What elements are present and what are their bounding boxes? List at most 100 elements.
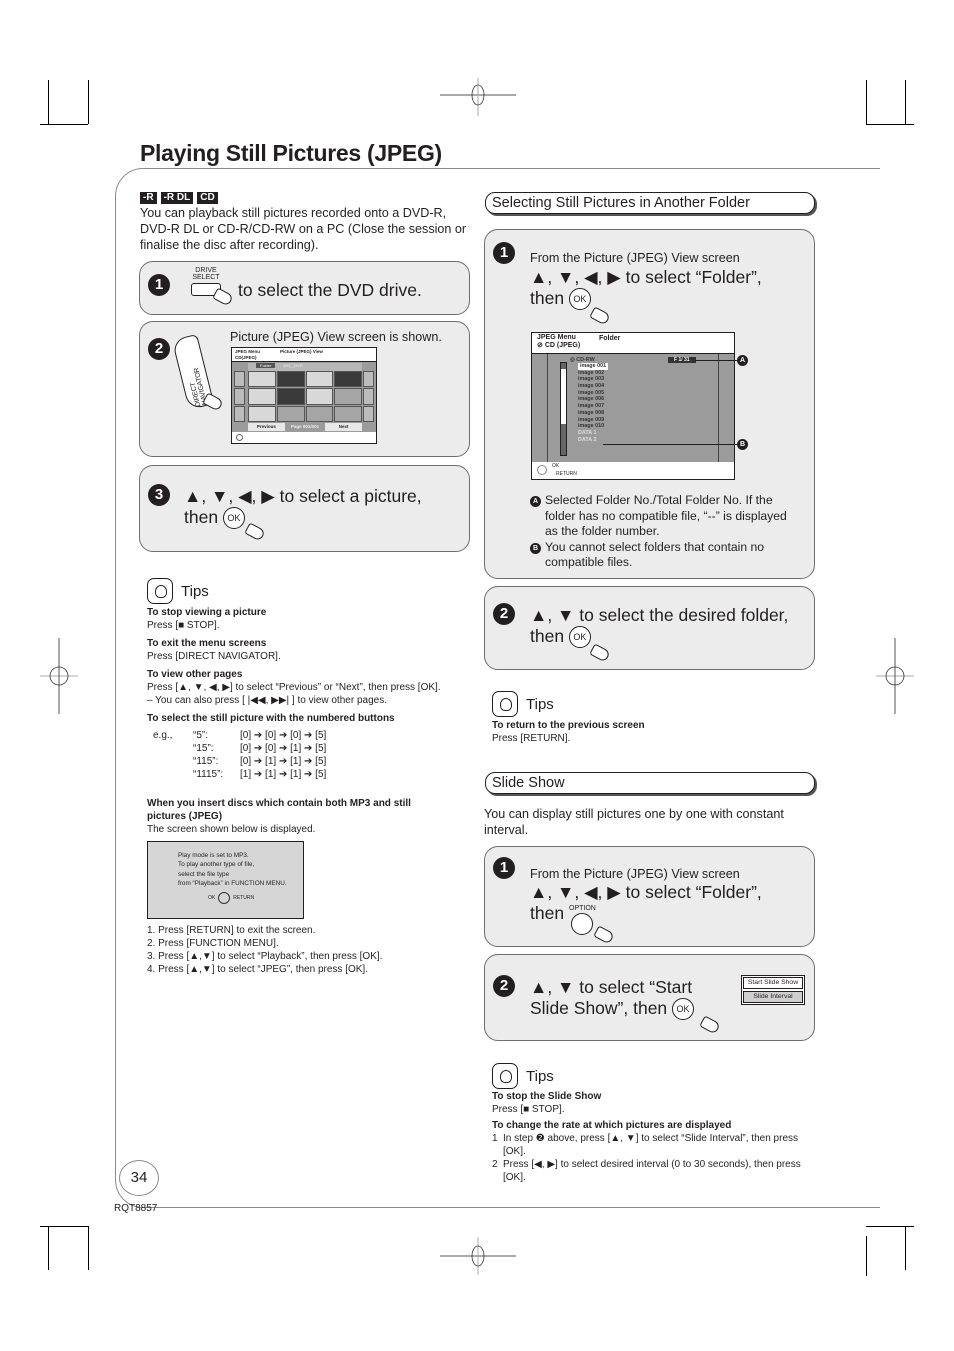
then-label: then — [530, 626, 565, 646]
example-row: “1115”: [1] ➔ [1] ➔ [1] ➔ [5] — [153, 768, 334, 781]
thumbnail[interactable] — [305, 405, 334, 422]
thumbnail[interactable] — [334, 371, 362, 388]
callout-b-marker: B — [737, 439, 748, 450]
return-label: RETURN — [233, 894, 255, 901]
tip-body: Press [■ STOP]. — [147, 620, 220, 631]
thumbnail[interactable] — [248, 371, 276, 388]
then-label: then — [530, 903, 565, 923]
tip-heading: To stop viewing a picture — [147, 607, 267, 618]
example-label: “1115”: — [193, 769, 224, 780]
note-marker: B — [530, 542, 541, 554]
tips-heading-slide: Tips — [492, 1063, 554, 1089]
picture-view-screen: JPEG Menu Picture (JPEG) View CD(JPEG) F… — [231, 347, 377, 444]
message-line: Play mode is set to MP3. — [178, 852, 249, 859]
thumbnail[interactable] — [248, 388, 276, 405]
example-prefix: e.g., — [153, 730, 173, 741]
navigation-wheel-icon — [537, 465, 547, 475]
registration-mark-left — [40, 638, 78, 714]
thumbnail[interactable] — [334, 405, 362, 422]
message-line: from “Playback” in FUNCTION MENU. — [178, 879, 287, 887]
tip-step: 2 Press [◀, ▶] to select desired interval… — [492, 1158, 812, 1184]
folder-item[interactable]: image 005 — [578, 390, 608, 397]
thumbnail[interactable] — [334, 388, 362, 405]
ok-button[interactable]: OK — [672, 998, 695, 1021]
thumbnail[interactable] — [248, 405, 276, 422]
badge-cd: CD — [197, 192, 218, 204]
tip-body: Press [RETURN]. — [492, 733, 571, 744]
screen-menu-label: JPEG Menu — [235, 349, 261, 354]
ok-button[interactable]: OK — [568, 288, 591, 311]
tips-heading-folder: Tips — [492, 691, 554, 717]
screen-menu-label: JPEG Menu — [537, 334, 576, 341]
thumbnail[interactable] — [305, 388, 334, 405]
section-header-folder: Selecting Still Pictures in Another Fold… — [485, 192, 815, 214]
folder-step-1: 1 From the Picture (JPEG) View screen ▲,… — [484, 229, 815, 579]
step-number: 1 — [493, 857, 515, 879]
example-keys: [0] ➔ [1] ➔ [1] ➔ [5] — [240, 756, 327, 767]
tip-step: 1 In step ❷ above, press [▲, ▼] to select… — [492, 1132, 812, 1158]
tip-heading: When you insert discs which contain both… — [147, 798, 411, 822]
thumbnail[interactable] — [276, 388, 305, 405]
folder-item[interactable]: DATA 2 — [578, 437, 608, 444]
screen-view-label: Picture (JPEG) View — [280, 349, 323, 354]
folder-item[interactable]: image 004 — [578, 383, 608, 390]
callout-a-line — [695, 360, 738, 361]
folder-scrollbar[interactable] — [560, 362, 567, 456]
step-caption: Picture (JPEG) View screen is shown. — [230, 330, 442, 344]
ok-button[interactable]: OK — [222, 507, 245, 530]
menu-item-start-slide-show[interactable]: Start Slide Show — [743, 977, 803, 989]
screen-view-label: Folder — [599, 335, 621, 342]
folder-item[interactable]: image 007 — [578, 403, 608, 410]
thumbnail[interactable] — [276, 371, 305, 388]
example-row: “115”: [0] ➔ [1] ➔ [1] ➔ [5] — [153, 755, 334, 768]
menu-item-slide-interval[interactable]: Slide Interval — [743, 991, 803, 1003]
step-text: to select the DVD drive. — [238, 280, 422, 300]
thumbnail[interactable] — [305, 371, 334, 388]
ok-button[interactable]: OK — [568, 626, 591, 649]
folder-item[interactable]: image 002 — [578, 370, 608, 377]
arrow-keys-icon: ▲, ▼, ◀, ▶ — [184, 486, 275, 506]
arrow-keys-icon: ▲, ▼, ◀, ▶ — [530, 267, 621, 287]
screen-footer — [232, 432, 376, 443]
tip-step-number: 1 — [492, 1133, 498, 1144]
disc-icon: ⊘ — [537, 342, 545, 349]
screen-folder-name: 100__DVD — [283, 363, 303, 368]
step-number: 2 — [493, 975, 515, 997]
tip-heading: To select the still picture with the num… — [147, 713, 395, 724]
button-label-top: DRIVE — [195, 267, 217, 274]
thumbnail[interactable] — [276, 405, 305, 422]
folder-item[interactable]: image 010 — [578, 423, 608, 430]
navigation-wheel-icon — [218, 892, 231, 905]
slide-intro: You can display still pictures one by on… — [484, 807, 784, 837]
mp3-message-screen: Play mode is set to MP3. To play another… — [147, 841, 304, 919]
lightbulb-icon — [147, 578, 173, 604]
navigation-wheel-icon — [236, 434, 243, 441]
folder-item[interactable]: image 008 — [578, 410, 608, 417]
screen-previous-button[interactable]: Previous — [248, 423, 285, 431]
screen-next-button[interactable]: Next — [325, 423, 363, 431]
arrow-keys-icon: ▲, ▼, ◀, ▶ — [530, 882, 621, 902]
option-button[interactable]: OPTION — [569, 905, 596, 935]
mp3-steps: 1. Press [RETURN] to exit the screen. 2.… — [147, 924, 382, 976]
step-number: 2 — [148, 338, 170, 360]
then-label: then — [530, 288, 565, 308]
step-text-line1: to select “Start — [579, 977, 693, 997]
mp3-step: 1. Press [RETURN] to exit the screen. — [147, 925, 316, 936]
note-marker: A — [530, 496, 541, 507]
folder-item[interactable]: image 006 — [578, 396, 608, 403]
badge-dvd-r-dl: -R DL — [160, 192, 194, 204]
section-header-slide-show: Slide Show — [485, 772, 815, 794]
badge-dvd-r: -R — [140, 192, 157, 204]
folder-item[interactable]: DATA 1 — [578, 430, 608, 437]
tip-heading: To return to the previous screen — [492, 720, 645, 731]
tips-list-left: To stop viewing a picture Press [■ STOP]… — [147, 606, 477, 725]
ok-label: OK — [208, 894, 216, 901]
folder-item[interactable]: image 001 — [578, 363, 609, 370]
tips-list-folder: To return to the previous screen Press [… — [492, 719, 645, 745]
tip-heading: To stop the Slide Show — [492, 1091, 602, 1102]
folder-item[interactable]: image 003 — [578, 376, 608, 383]
step-subtext: From the Picture (JPEG) View screen — [530, 251, 740, 265]
folder-item[interactable]: image 009 — [578, 417, 608, 424]
step-3-select-picture: 3 ▲, ▼, ◀, ▶ to select a picture, then O… — [139, 465, 470, 552]
screen-disc-label: CD(JPEG) — [235, 355, 257, 360]
